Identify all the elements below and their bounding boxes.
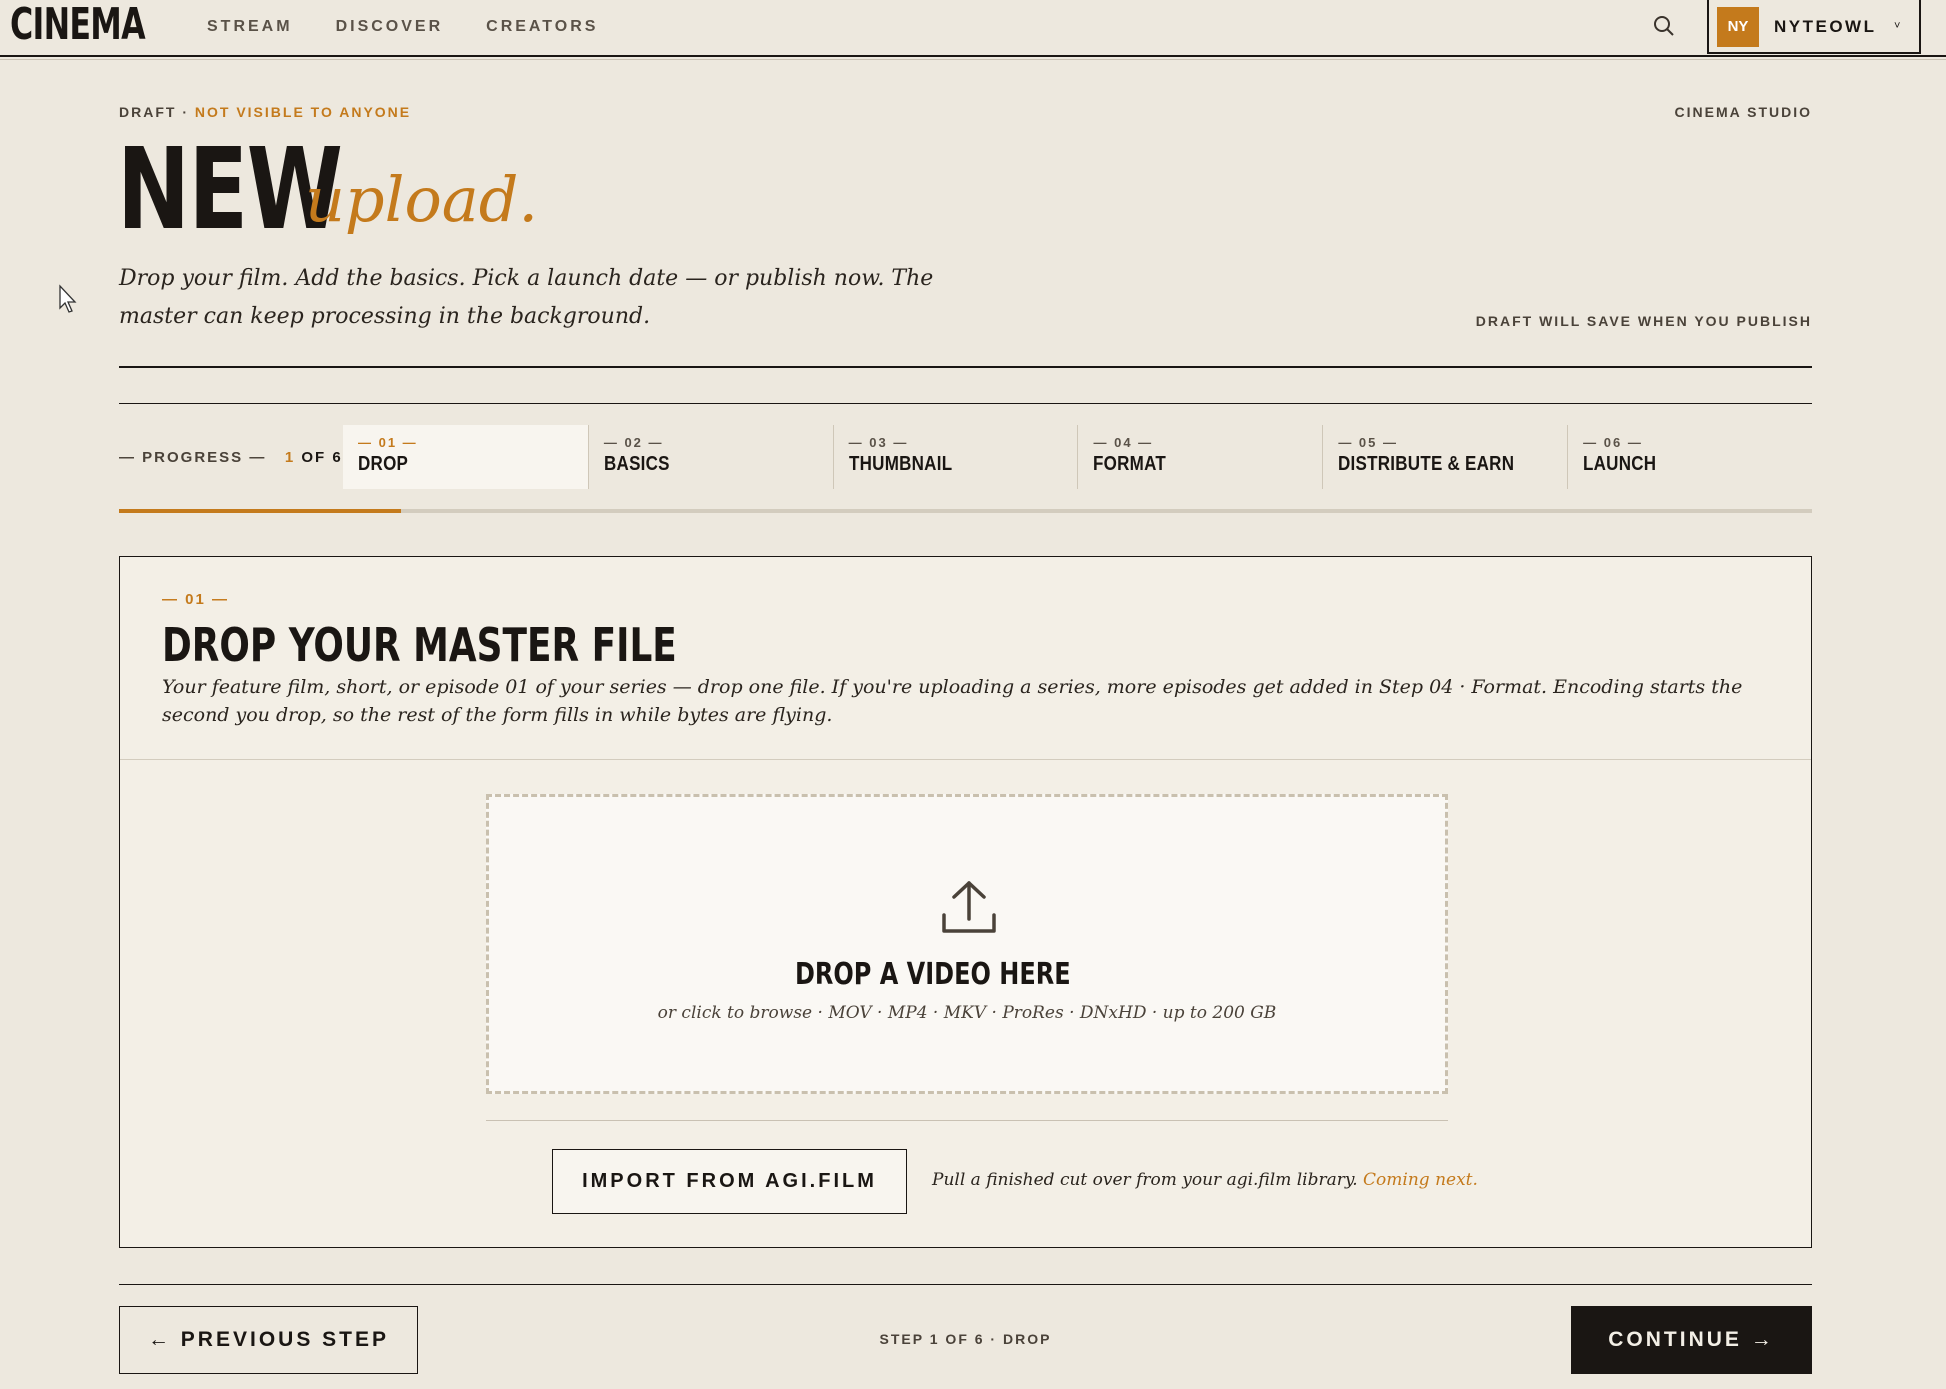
- step-label: BASICS: [603, 453, 670, 475]
- dropzone-subtitle: or click to browse · MOV · MP4 · MKV · P…: [657, 1003, 1277, 1023]
- step-tabs: — 01 — DROP — 02 — BASICS — 03 — THUMBNA…: [343, 425, 1812, 489]
- progress-track: [119, 509, 1812, 513]
- chevron-down-icon: ˅: [1894, 20, 1901, 32]
- step-tab-drop[interactable]: — 01 — DROP: [343, 425, 588, 489]
- video-dropzone[interactable]: DROP A VIDEO HERE or click to browse · M…: [486, 794, 1448, 1094]
- progress-indicator: — PROGRESS — 1 OF 6: [119, 449, 343, 466]
- draft-status: DRAFT · NOT VISIBLE TO ANYONE: [119, 104, 411, 120]
- step-label: LAUNCH: [1583, 453, 1657, 475]
- step-tab-thumbnail[interactable]: — 03 — THUMBNAIL: [832, 425, 1078, 489]
- card-step-number: — 01 —: [162, 591, 230, 608]
- avatar: NY: [1717, 7, 1759, 47]
- progress-current: 1: [284, 449, 296, 466]
- card-description: Your feature film, short, or episode 01 …: [162, 676, 1743, 726]
- divider: [119, 366, 1812, 368]
- nav-link-stream[interactable]: STREAM: [207, 18, 293, 36]
- step-tab-distribute[interactable]: — 05 — DISTRIBUTE & EARN: [1322, 425, 1567, 489]
- cinema-logo[interactable]: CINEMA: [10, 0, 146, 50]
- import-note: Pull a finished cut over from your agi.f…: [932, 1170, 1478, 1190]
- step-number: — 01 —: [358, 435, 418, 450]
- dropzone-title-text: DROP A VIDEO HERE: [794, 957, 1071, 992]
- step-tab-launch[interactable]: — 06 — LAUNCH: [1567, 425, 1812, 489]
- progress-prefix: — PROGRESS —: [119, 449, 267, 466]
- draft-save-note: DRAFT WILL SAVE WHEN YOU PUBLISH: [1475, 313, 1812, 329]
- step-tab-basics[interactable]: — 02 — BASICS: [587, 425, 833, 489]
- divider: [120, 759, 1811, 760]
- step-number: — 02 —: [603, 435, 664, 450]
- continue-button[interactable]: CONTINUE →: [1571, 1306, 1812, 1374]
- step-number: — 03 —: [848, 435, 909, 450]
- nav-links: STREAM DISCOVER CREATORS: [207, 18, 598, 36]
- divider: [119, 1284, 1812, 1285]
- import-note-text: Pull a finished cut over from your agi.f…: [932, 1170, 1358, 1190]
- username: NYTEOWL: [1774, 17, 1877, 36]
- divider: [486, 1120, 1448, 1121]
- draft-visibility: NOT VISIBLE TO ANYONE: [194, 104, 412, 120]
- progress-total: OF 6: [301, 449, 343, 466]
- user-menu[interactable]: NY NYTEOWL ˅: [1707, 0, 1921, 54]
- step-tab-format[interactable]: — 04 — FORMAT: [1077, 425, 1322, 489]
- card-title: DROP YOUR MASTER FILE: [162, 618, 677, 672]
- page-title-accent: upload.: [305, 163, 539, 236]
- step-number: — 06 —: [1583, 435, 1643, 450]
- step-number: — 05 —: [1338, 435, 1398, 450]
- search-icon[interactable]: [1652, 14, 1676, 38]
- draft-label: DRAFT ·: [119, 104, 189, 120]
- top-nav: CINEMA STREAM DISCOVER CREATORS NY NYTEO…: [0, 0, 1946, 60]
- nav-link-discover[interactable]: DISCOVER: [336, 18, 444, 36]
- mouse-cursor-icon: [59, 284, 77, 313]
- dropzone-title: DROP A VIDEO HERE: [489, 957, 1445, 992]
- divider: [119, 403, 1812, 404]
- step-label: DROP: [358, 453, 409, 475]
- nav-link-creators[interactable]: CREATORS: [486, 18, 598, 36]
- page-subtitle: Drop your film. Add the basics. Pick a l…: [119, 266, 934, 329]
- drop-step-card: — 01 — DROP YOUR MASTER FILE Your featur…: [119, 556, 1812, 1248]
- step-label: DISTRIBUTE & EARN: [1338, 453, 1515, 475]
- coming-next-label: Coming next.: [1363, 1170, 1478, 1190]
- import-from-agi-film-button[interactable]: IMPORT FROM AGI.FILM: [552, 1149, 907, 1214]
- progress-fill: [119, 509, 402, 513]
- step-number: — 04 —: [1093, 435, 1154, 450]
- step-label: FORMAT: [1093, 453, 1167, 475]
- step-label: THUMBNAIL: [848, 453, 952, 475]
- upload-icon: [942, 881, 996, 933]
- studio-label: CINEMA STUDIO: [1674, 104, 1812, 120]
